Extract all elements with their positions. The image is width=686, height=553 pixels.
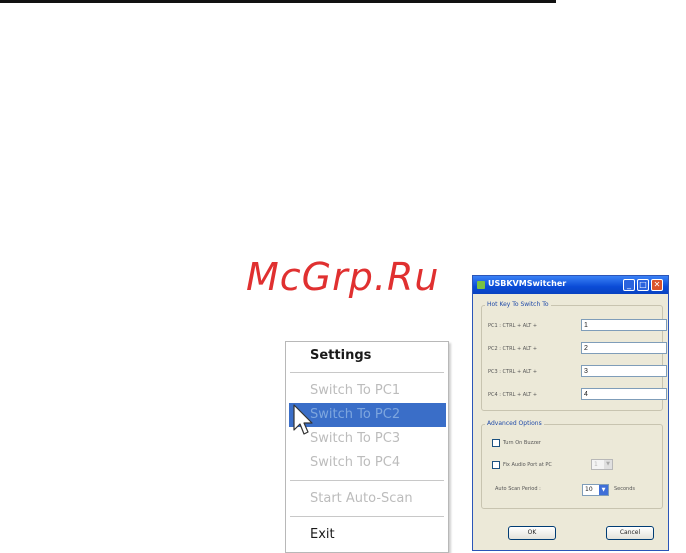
app-icon: [477, 281, 485, 289]
advanced-options-label: Advanced Options: [485, 420, 544, 427]
fix-audio-select-value: 1: [594, 461, 598, 468]
hotkey-label-pc2: PC2 : CTRL + ALT +: [488, 346, 538, 352]
auto-scan-label: Auto Scan Period :: [495, 486, 541, 492]
auto-scan-unit: Seconds: [614, 486, 636, 492]
hotkey-field-pc3[interactable]: [581, 365, 667, 377]
top-rule: [0, 0, 556, 3]
hotkey-field-pc4[interactable]: [581, 388, 667, 400]
tray-context-menu: Settings Switch To PC1 Switch To PC2 Swi…: [285, 341, 449, 553]
ok-button[interactable]: OK: [508, 526, 556, 540]
maximize-icon[interactable]: □: [637, 279, 649, 291]
dialog-title: USBKVMSwitcher: [488, 279, 567, 288]
close-icon[interactable]: ✕: [651, 279, 663, 291]
menu-item-exit[interactable]: Exit: [286, 523, 448, 547]
menu-item-settings[interactable]: Settings: [286, 344, 448, 368]
fix-audio-checkbox[interactable]: [492, 461, 500, 469]
title-bar[interactable]: USBKVMSwitcher _ □ ✕: [473, 276, 668, 294]
mouse-cursor-icon: [293, 404, 313, 435]
menu-item-start-auto-scan[interactable]: Start Auto-Scan: [286, 487, 448, 511]
auto-scan-period-value: 10: [585, 486, 593, 493]
auto-scan-period-select[interactable]: 10 ▼: [582, 484, 609, 496]
menu-item-switch-pc1[interactable]: Switch To PC1: [286, 379, 448, 403]
menu-separator: [290, 516, 444, 517]
chevron-down-icon: ▼: [599, 485, 608, 495]
buzzer-label: Turn On Buzzer: [503, 440, 541, 446]
hotkey-label-pc1: PC1 : CTRL + ALT +: [488, 323, 538, 329]
hotkey-label-pc4: PC4 : CTRL + ALT +: [488, 392, 538, 398]
cancel-button[interactable]: Cancel: [606, 526, 654, 540]
hotkey-field-pc1[interactable]: [581, 319, 667, 331]
menu-separator: [290, 480, 444, 481]
usbkvm-settings-dialog: USBKVMSwitcher _ □ ✕ Hot Key To Switch T…: [472, 275, 669, 551]
hotkey-label-pc3: PC3 : CTRL + ALT +: [488, 369, 538, 375]
minimize-icon[interactable]: _: [623, 279, 635, 291]
watermark: McGrp.Ru: [246, 255, 440, 299]
chevron-down-icon: ▼: [604, 460, 612, 469]
menu-item-switch-pc4[interactable]: Switch To PC4: [286, 451, 448, 475]
buzzer-checkbox[interactable]: [492, 439, 500, 447]
menu-separator: [290, 372, 444, 373]
hotkey-group-label: Hot Key To Switch To: [485, 301, 551, 308]
hotkey-field-pc2[interactable]: [581, 342, 667, 354]
fix-audio-label: Fix Audio Port at PC: [503, 462, 552, 468]
fix-audio-select[interactable]: 1 ▼: [591, 459, 613, 470]
